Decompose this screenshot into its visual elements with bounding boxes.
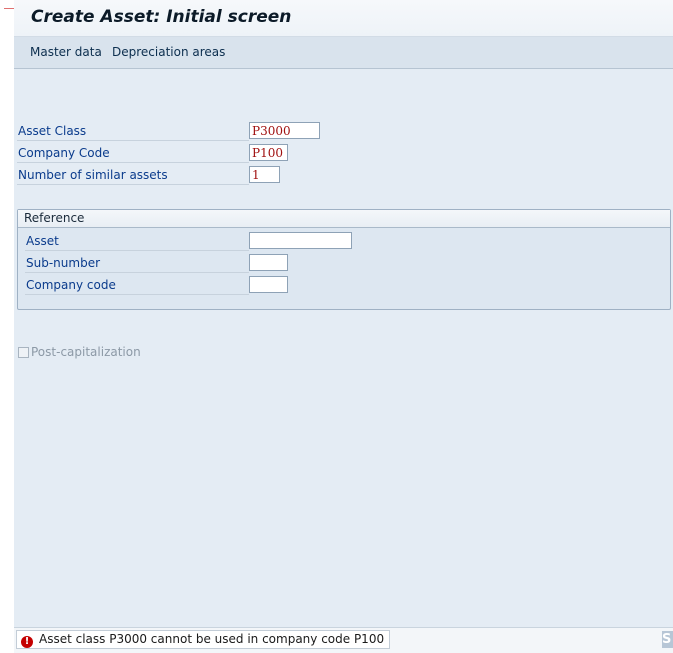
ref-subnumber-label: Sub-number [26,256,101,270]
company-code-field[interactable]: P100 [249,144,288,161]
company-code-label: Company Code [18,146,110,160]
status-message-text: Asset class P3000 cannot be used in comp… [39,632,385,646]
reference-title: Reference [24,211,85,225]
ref-company-code-divider [25,294,249,295]
company-code-divider [17,162,249,163]
checkbox-square[interactable] [18,347,29,358]
main-frame [14,0,673,652]
status-corner-icon[interactable]: S [662,631,673,648]
status-message[interactable]: ! Asset class P3000 cannot be used in com… [16,630,391,649]
ref-company-code-field[interactable] [249,276,288,293]
application-toolbar: Master data Depreciation areas [14,37,673,69]
ref-subnumber-divider [25,272,249,273]
asset-class-label: Asset Class [18,124,87,138]
post-capitalization-checkbox[interactable]: Post-capitalization [18,345,141,359]
master-data-button[interactable]: Master data [30,45,102,59]
ref-asset-divider [25,250,249,251]
post-capitalization-label: Post-capitalization [31,345,141,359]
ref-asset-field[interactable] [249,232,352,249]
ref-company-code-label: Company code [26,278,116,292]
ref-subnumber-field[interactable] [249,254,288,271]
depreciation-areas-button[interactable]: Depreciation areas [112,45,225,59]
asset-class-divider [17,140,249,141]
reference-header: Reference [18,210,670,228]
similar-assets-label: Number of similar assets [18,168,168,182]
ref-asset-label: Asset [26,234,59,248]
asset-class-field[interactable]: P3000 [249,122,320,139]
status-bar: ! Asset class P3000 cannot be used in com… [14,627,673,653]
similar-assets-field[interactable]: 1 [249,166,280,183]
similar-assets-divider [17,184,249,185]
title-bar: Create Asset: Initial screen [14,0,673,37]
error-icon: ! [21,636,33,648]
page-title: Create Asset: Initial screen [31,7,292,27]
